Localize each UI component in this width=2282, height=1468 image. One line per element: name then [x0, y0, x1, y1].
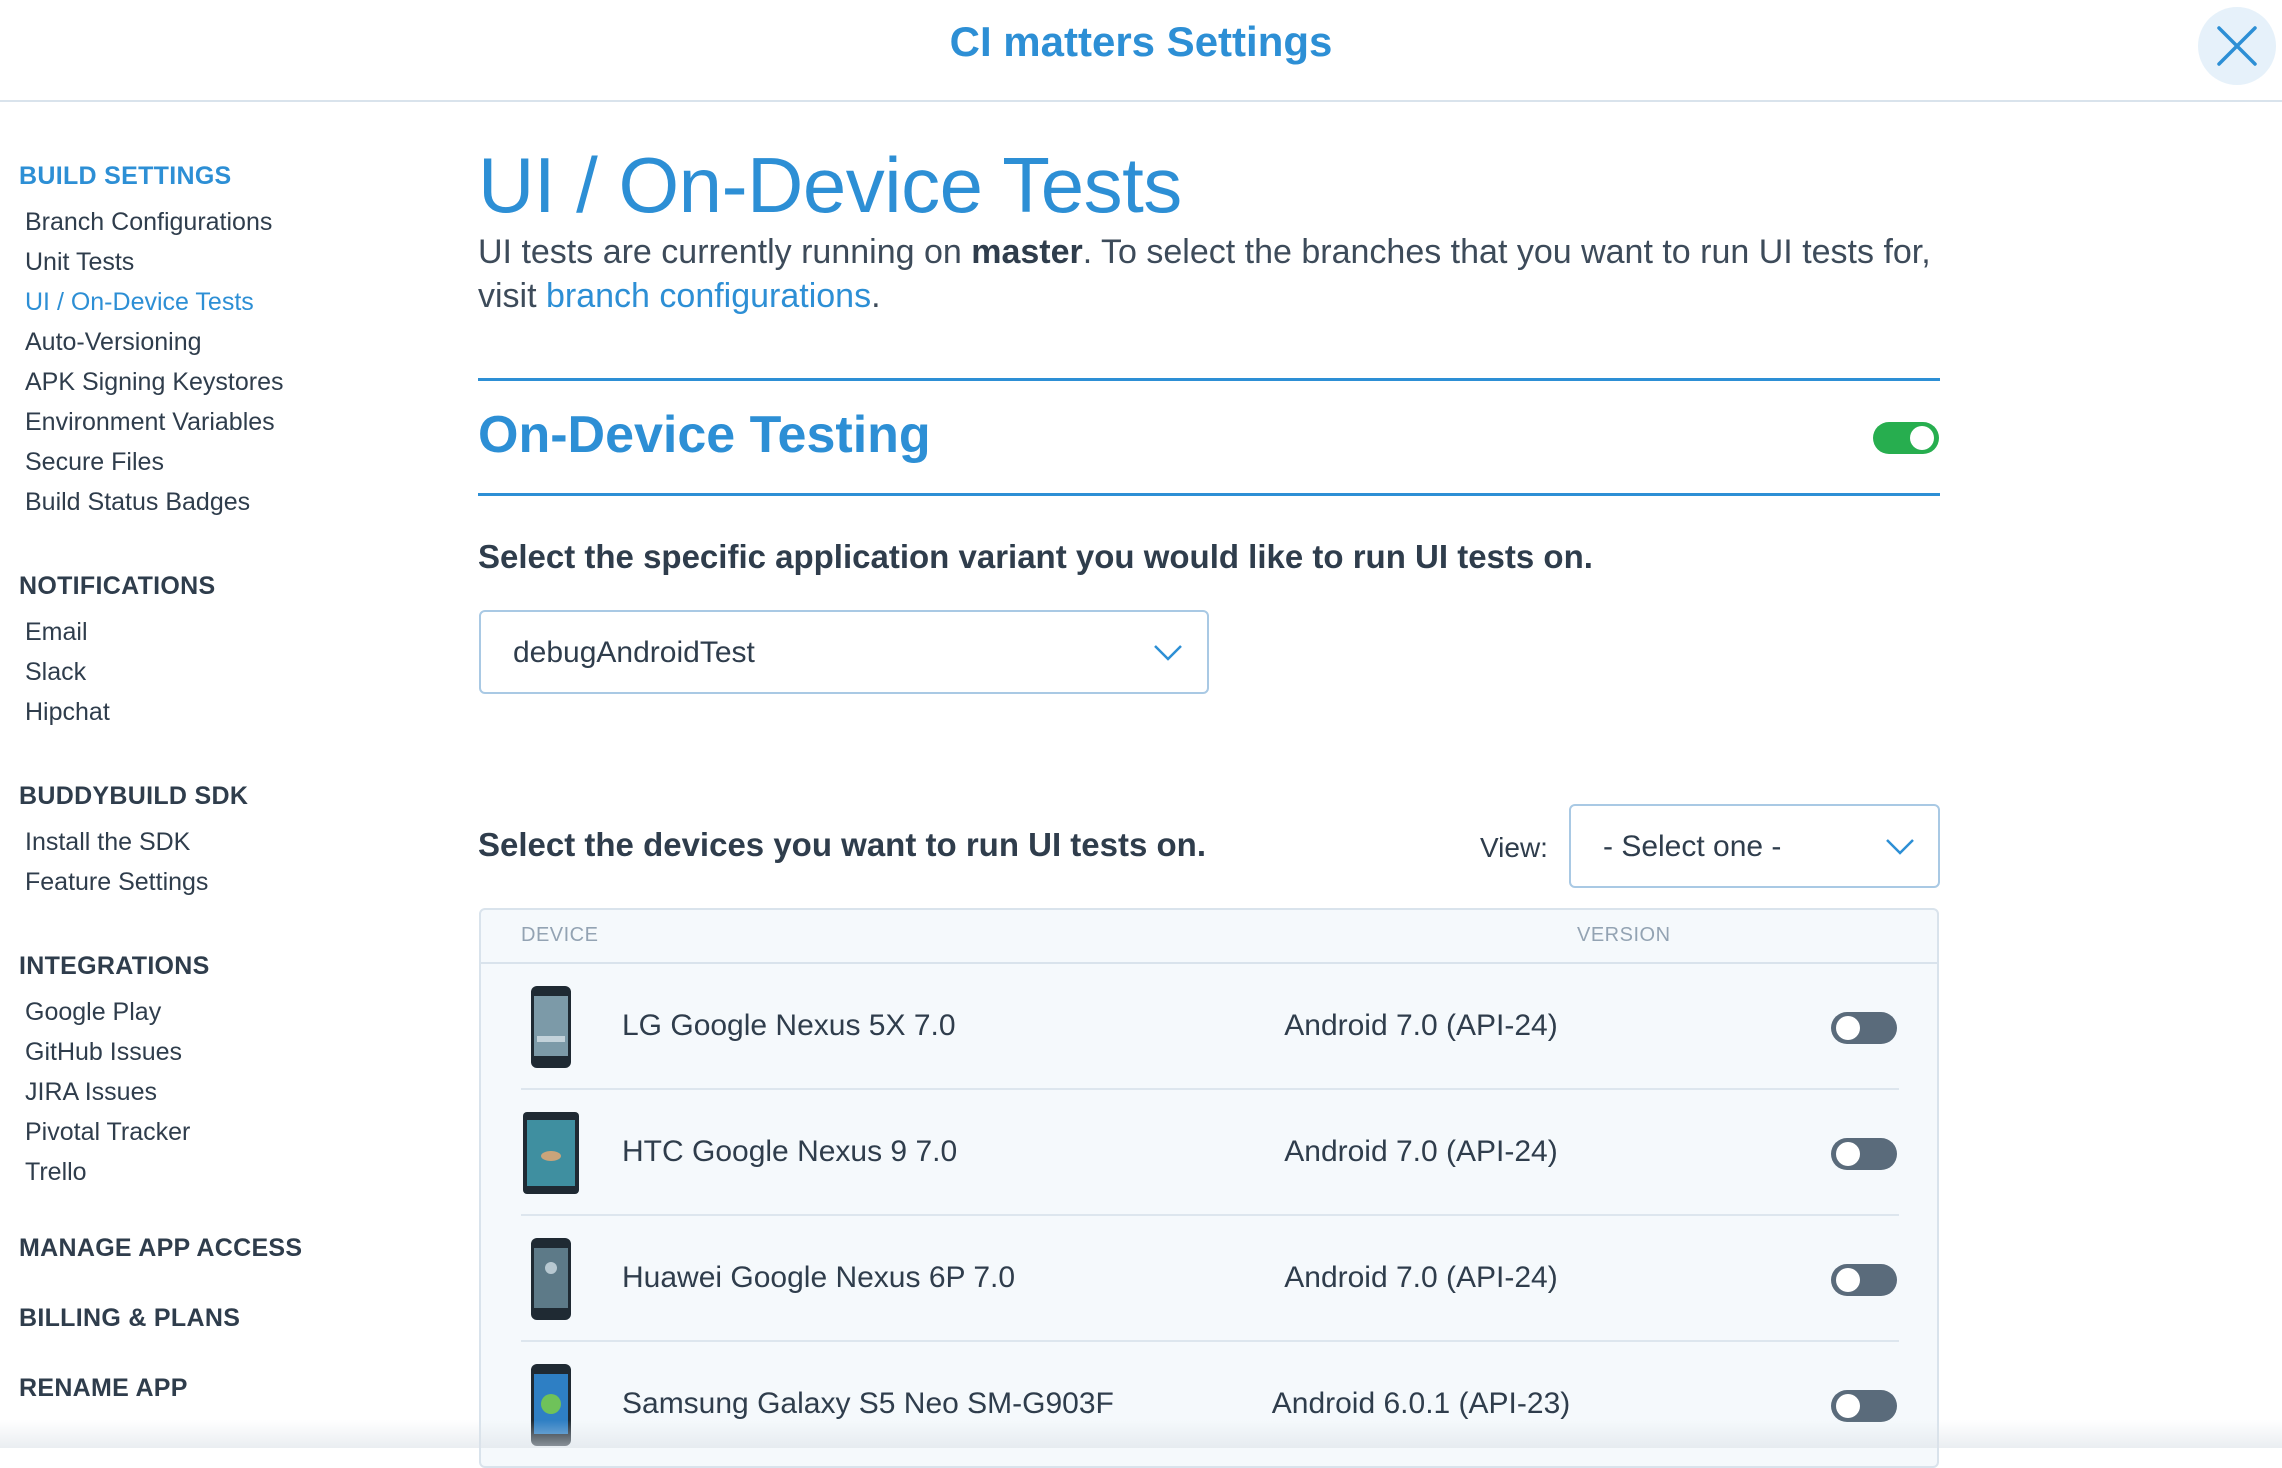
device-table: DEVICE VERSION LG Google Nexus 5X 7.0 An…	[479, 908, 1939, 1468]
device-name: HTC Google Nexus 9 7.0	[622, 1135, 958, 1168]
sidebar-item-ui-on-device-tests[interactable]: UI / On-Device Tests	[25, 288, 254, 317]
column-header-device: DEVICE	[521, 924, 599, 946]
devices-prompt: Select the devices you want to run UI te…	[478, 826, 1206, 863]
phone-icon	[531, 1364, 571, 1446]
phone-icon	[531, 986, 571, 1068]
sidebar-item-slack[interactable]: Slack	[25, 658, 86, 687]
device-version: Android 7.0 (API-24)	[1284, 1261, 1558, 1294]
intro-text-part: .	[871, 277, 881, 315]
device-toggle[interactable]	[1831, 1138, 1897, 1170]
device-toggle[interactable]	[1831, 1390, 1897, 1422]
device-toggle[interactable]	[1831, 1264, 1897, 1296]
sidebar-item-install-sdk[interactable]: Install the SDK	[25, 828, 190, 857]
device-version: Android 7.0 (API-24)	[1284, 1009, 1558, 1042]
variant-select-value: debugAndroidTest	[513, 636, 755, 669]
chevron-down-icon	[1886, 839, 1914, 855]
device-name: Samsung Galaxy S5 Neo SM-G903F	[622, 1387, 1114, 1420]
sidebar-item-unit-tests[interactable]: Unit Tests	[25, 248, 134, 277]
sidebar-item-apk-signing-keystores[interactable]: APK Signing Keystores	[25, 368, 283, 397]
sidebar-heading-integrations[interactable]: INTEGRATIONS	[19, 952, 210, 981]
sidebar-item-build-status-badges[interactable]: Build Status Badges	[25, 488, 250, 517]
branch-name: master	[971, 233, 1083, 271]
intro-text: UI tests are currently running on master…	[478, 230, 1958, 318]
section-divider	[478, 378, 1940, 381]
sidebar-item-feature-settings[interactable]: Feature Settings	[25, 868, 208, 897]
table-row: LG Google Nexus 5X 7.0 Android 7.0 (API-…	[521, 964, 1899, 1090]
sidebar-heading-notifications[interactable]: NOTIFICATIONS	[19, 572, 215, 601]
sidebar-item-github-issues[interactable]: GitHub Issues	[25, 1038, 182, 1067]
device-toggle[interactable]	[1831, 1012, 1897, 1044]
variant-select[interactable]: debugAndroidTest	[479, 610, 1209, 694]
section-title: On-Device Testing	[478, 406, 931, 464]
phone-icon	[531, 1238, 571, 1320]
table-row: Samsung Galaxy S5 Neo SM-G903F Android 6…	[521, 1342, 1899, 1466]
sidebar-item-google-play[interactable]: Google Play	[25, 998, 161, 1027]
sidebar-item-email[interactable]: Email	[25, 618, 88, 647]
view-select-value: - Select one -	[1603, 830, 1782, 863]
on-device-testing-toggle[interactable]	[1873, 422, 1939, 454]
section-divider	[478, 493, 1940, 496]
sidebar-item-hipchat[interactable]: Hipchat	[25, 698, 110, 727]
close-button[interactable]	[2198, 7, 2276, 85]
column-header-version: VERSION	[1577, 924, 1671, 946]
device-version: Android 6.0.1 (API-23)	[1271, 1387, 1571, 1420]
page-title: UI / On-Device Tests	[478, 141, 1182, 229]
device-name: LG Google Nexus 5X 7.0	[622, 1009, 956, 1042]
sidebar-item-environment-variables[interactable]: Environment Variables	[25, 408, 275, 437]
device-name: Huawei Google Nexus 6P 7.0	[622, 1261, 1016, 1294]
sidebar-item-trello[interactable]: Trello	[25, 1158, 87, 1187]
branch-configurations-link[interactable]: branch configurations	[546, 277, 871, 315]
view-label: View:	[1480, 832, 1548, 863]
tablet-icon	[523, 1112, 579, 1194]
sidebar-heading-rename-app[interactable]: RENAME APP	[19, 1374, 188, 1403]
sidebar-item-branch-configurations[interactable]: Branch Configurations	[25, 208, 272, 237]
sidebar-item-pivotal-tracker[interactable]: Pivotal Tracker	[25, 1118, 190, 1147]
sidebar-heading-billing-plans[interactable]: BILLING & PLANS	[19, 1304, 240, 1333]
sidebar-item-auto-versioning[interactable]: Auto-Versioning	[25, 328, 202, 357]
sidebar-item-jira-issues[interactable]: JIRA Issues	[25, 1078, 157, 1107]
chevron-down-icon	[1154, 645, 1182, 661]
table-row: Huawei Google Nexus 6P 7.0 Android 7.0 (…	[521, 1216, 1899, 1342]
variant-prompt: Select the specific application variant …	[478, 538, 1593, 575]
table-row: HTC Google Nexus 9 7.0 Android 7.0 (API-…	[521, 1090, 1899, 1216]
page-header-title: CI matters Settings	[949, 18, 1333, 65]
close-icon	[2217, 26, 2257, 66]
sidebar-heading-manage-app-access[interactable]: MANAGE APP ACCESS	[19, 1234, 302, 1263]
sidebar-heading-buddybuild-sdk[interactable]: BUDDYBUILD SDK	[19, 782, 248, 811]
header: CI matters Settings	[0, 0, 2282, 102]
device-version: Android 7.0 (API-24)	[1284, 1135, 1558, 1168]
sidebar-heading-build-settings[interactable]: BUILD SETTINGS	[19, 162, 232, 191]
view-select[interactable]: - Select one -	[1569, 804, 1940, 888]
device-table-header: DEVICE VERSION	[481, 910, 1937, 964]
sidebar-item-secure-files[interactable]: Secure Files	[25, 448, 164, 477]
intro-text-part: UI tests are currently running on	[478, 233, 972, 271]
